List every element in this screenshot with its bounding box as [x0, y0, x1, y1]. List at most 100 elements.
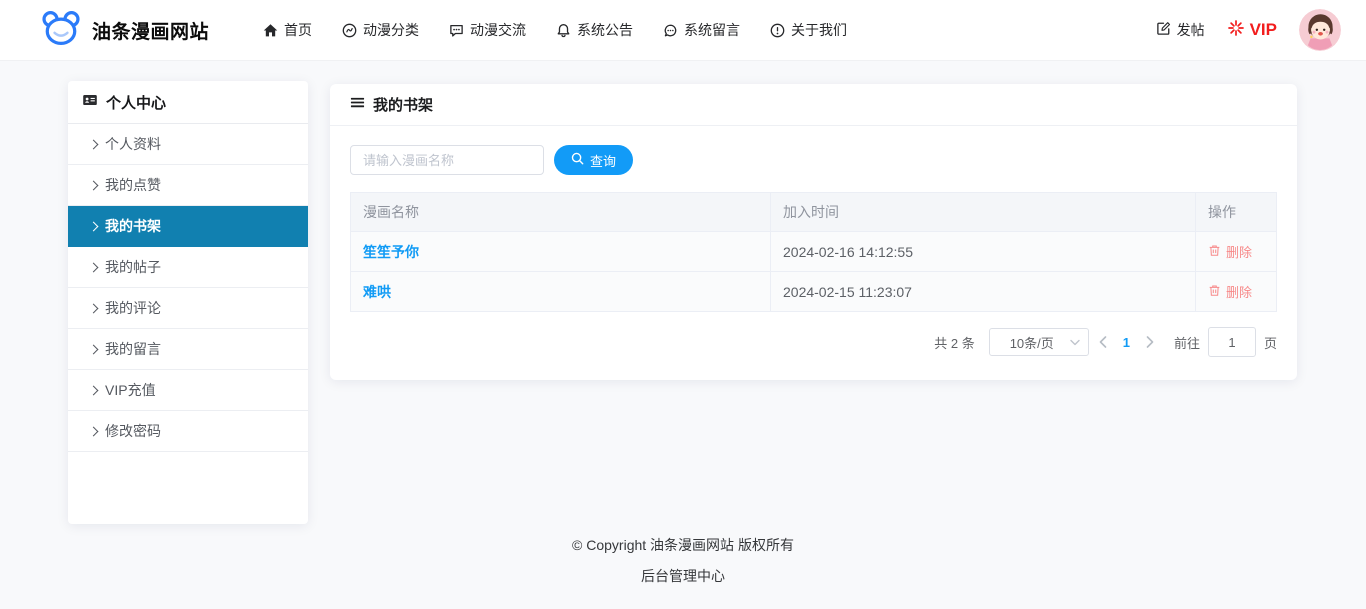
nav-label: 动漫分类: [363, 22, 420, 38]
sparkle-icon: [1227, 19, 1245, 42]
goto-prefix-label: 前往: [1173, 335, 1200, 351]
nav-item-messages[interactable]: 系统留言: [663, 20, 740, 40]
create-post-button[interactable]: 发帖: [1156, 20, 1205, 40]
vip-label: VIP: [1249, 20, 1277, 39]
chevron-right-icon: [88, 385, 99, 395]
comic-link[interactable]: 笙笙予你: [363, 244, 419, 260]
nav-label: 系统留言: [684, 22, 741, 38]
trash-icon: [1208, 284, 1221, 300]
post-label: 发帖: [1176, 22, 1205, 38]
added-time: 2024-02-15 11:23:07: [770, 271, 1196, 312]
edit-icon: [1156, 21, 1171, 39]
sidebar-item-label: 我的帖子: [105, 259, 161, 275]
delete-label: 删除: [1226, 285, 1253, 300]
next-page-button[interactable]: [1136, 336, 1164, 348]
pagination: 共 2 条 10条/页 1 前往 页: [330, 327, 1277, 357]
nav-label: 关于我们: [791, 22, 848, 38]
sidebar-item-label: 我的点赞: [105, 177, 161, 193]
page-size-label: 10条/页: [1009, 335, 1054, 351]
site-logo[interactable]: 油条漫画网站: [40, 10, 209, 51]
site-title: 油条漫画网站: [92, 21, 210, 43]
column-header-actions: 操作: [1195, 192, 1277, 232]
admin-center-label: 后台管理中心: [641, 568, 725, 584]
bookshelf-table: 漫画名称 加入时间 操作 笙笙予你 2024-02-16 14:12:55 删除…: [350, 192, 1277, 312]
home-icon: [263, 23, 278, 38]
sidebar-item-bookshelf[interactable]: 我的书架: [68, 206, 308, 247]
sidebar-item-label: 个人资料: [105, 136, 161, 152]
bookshelf-card: 我的书架 查询 漫画名称 加入时间 操作: [330, 84, 1297, 380]
goto-suffix-label: 页: [1263, 335, 1277, 351]
top-navbar: 油条漫画网站 首页 动漫分类 动漫交流 系统公告 系统留言 关于我们 发帖 VI…: [0, 0, 1366, 61]
main-nav: 首页 动漫分类 动漫交流 系统公告 系统留言 关于我们: [263, 20, 847, 40]
chat-square-icon: [449, 23, 464, 38]
comic-link[interactable]: 难哄: [363, 284, 391, 300]
page-number-1[interactable]: 1: [1117, 335, 1136, 350]
sidebar-header: 个人中心: [68, 81, 308, 124]
page: 油条漫画网站 首页 动漫分类 动漫交流 系统公告 系统留言 关于我们 发帖 VI…: [0, 0, 1366, 609]
delete-label: 删除: [1226, 245, 1253, 260]
table-header-row: 漫画名称 加入时间 操作: [350, 192, 1277, 232]
goto-page-input[interactable]: [1207, 327, 1256, 357]
column-header-time: 加入时间: [770, 192, 1196, 232]
prev-page-button[interactable]: [1089, 336, 1117, 348]
nav-label: 动漫交流: [470, 22, 527, 38]
sidebar-item-comments[interactable]: 我的评论: [68, 288, 308, 329]
sidebar-item-label: 修改密码: [105, 423, 161, 439]
page-title: 我的书架: [373, 97, 434, 114]
sidebar-item-vip-recharge[interactable]: VIP充值: [68, 370, 308, 411]
trash-icon: [1208, 244, 1221, 260]
nav-item-about[interactable]: 关于我们: [770, 20, 847, 40]
chevron-right-icon: [88, 262, 99, 272]
menu-icon: [350, 95, 365, 114]
id-card-icon: [82, 92, 98, 112]
chevron-right-icon: [88, 221, 99, 231]
sidebar-title: 个人中心: [106, 94, 167, 112]
sidebar-item-likes[interactable]: 我的点赞: [68, 165, 308, 206]
sidebar-item-label: 我的留言: [105, 341, 161, 357]
search-icon: [571, 152, 584, 168]
chat-round-icon: [663, 23, 678, 38]
copyright-text: © Copyright 油条漫画网站 版权所有: [572, 537, 794, 553]
search-bar: 查询: [330, 126, 1297, 175]
nav-item-categories[interactable]: 动漫分类: [342, 20, 419, 40]
delete-button[interactable]: 删除: [1208, 282, 1252, 301]
sidebar-item-change-password[interactable]: 修改密码: [68, 411, 308, 452]
chevron-right-icon: [88, 426, 99, 436]
user-center-sidebar: 个人中心 个人资料 我的点赞 我的书架 我的帖子 我的评论 我的留言 VIP充值…: [68, 81, 308, 524]
delete-button[interactable]: 删除: [1208, 242, 1252, 261]
table-row: 难哄 2024-02-15 11:23:07 删除: [350, 271, 1277, 312]
header-right: 发帖 VIP: [1156, 9, 1341, 51]
info-icon: [770, 23, 785, 38]
added-time: 2024-02-16 14:12:55: [770, 231, 1196, 272]
search-input[interactable]: [350, 145, 544, 175]
chevron-right-icon: [88, 139, 99, 149]
sidebar-item-posts[interactable]: 我的帖子: [68, 247, 308, 288]
nav-item-announcements[interactable]: 系统公告: [556, 20, 633, 40]
user-avatar[interactable]: [1299, 9, 1341, 51]
sidebar-item-profile[interactable]: 个人资料: [68, 124, 308, 165]
nav-item-forum[interactable]: 动漫交流: [449, 20, 526, 40]
goto-page: 前往 页: [1174, 327, 1277, 357]
chevron-right-icon: [88, 303, 99, 313]
nav-item-home[interactable]: 首页: [263, 20, 312, 40]
sidebar-item-label: 我的书架: [105, 218, 161, 234]
total-count: 共 2 条: [934, 335, 975, 351]
admin-center-link[interactable]: 后台管理中心: [0, 566, 1366, 586]
bear-icon: [40, 10, 82, 51]
sidebar-item-label: VIP充值: [105, 382, 156, 398]
bell-icon: [556, 23, 571, 38]
nav-label: 首页: [284, 22, 313, 38]
chevron-right-icon: [88, 180, 99, 190]
table-row: 笙笙予你 2024-02-16 14:12:55 删除: [350, 231, 1277, 272]
category-icon: [342, 23, 357, 38]
sidebar-item-label: 我的评论: [105, 300, 161, 316]
search-button-label: 查询: [590, 153, 617, 169]
column-header-name: 漫画名称: [350, 192, 771, 232]
vip-button[interactable]: VIP: [1227, 19, 1277, 42]
nav-label: 系统公告: [577, 22, 634, 38]
page-size-select[interactable]: 10条/页: [988, 328, 1089, 356]
chevron-right-icon: [88, 344, 99, 354]
content-area: 个人中心 个人资料 我的点赞 我的书架 我的帖子 我的评论 我的留言 VIP充值…: [0, 61, 1366, 608]
search-button[interactable]: 查询: [554, 145, 634, 175]
sidebar-item-messages[interactable]: 我的留言: [68, 329, 308, 370]
